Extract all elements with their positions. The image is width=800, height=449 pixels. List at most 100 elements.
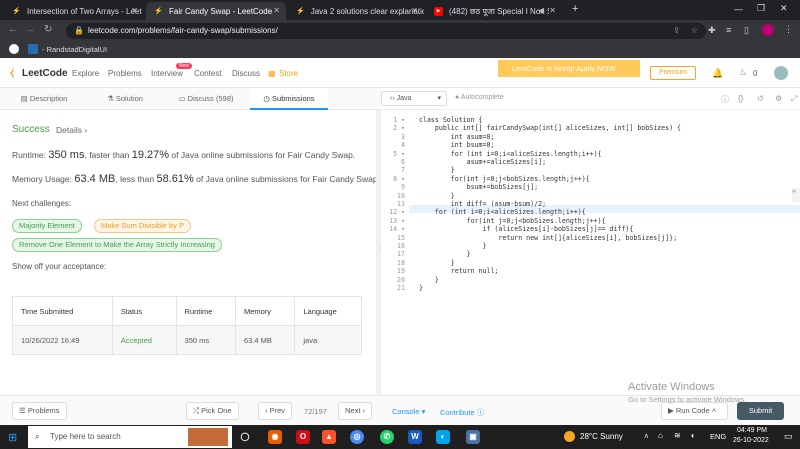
code-line[interactable]: int asum=0; [419, 133, 495, 141]
code-line[interactable]: public int[] fairCandySwap(int[] aliceSi… [419, 124, 681, 132]
leetcode-logo-icon[interactable]: ⧼ [10, 67, 14, 80]
challenge-majority-element[interactable]: Majority Element [12, 219, 82, 233]
fullscreen-icon[interactable]: ⤢ [791, 94, 797, 104]
task-view-icon[interactable]: ◯ [238, 430, 252, 444]
browser-tab[interactable]: ▶ (482) छठ पूजा Special I Non S ◀ ✕ [426, 2, 562, 20]
prev-button[interactable]: ‹ Prev [258, 402, 293, 420]
nav-problems[interactable]: Problems [108, 69, 142, 78]
share-icon[interactable]: ⇪ [673, 23, 680, 39]
minimize-icon[interactable]: — [734, 4, 743, 14]
run-code-button[interactable]: ▶ Run Code ˄ [661, 402, 728, 420]
profile-avatar[interactable] [762, 24, 774, 36]
info-icon[interactable]: ⓘ [721, 94, 729, 105]
firefox-icon[interactable]: ◉ [268, 430, 282, 444]
code-line[interactable]: class Solution { [419, 116, 483, 124]
windows-start-icon[interactable]: ⊞ [8, 431, 17, 444]
bell-icon[interactable]: 🔔 [712, 68, 723, 79]
nav-interview[interactable]: Interview [151, 69, 183, 78]
console-toggle[interactable]: Console ▾ [392, 407, 425, 416]
tab-description[interactable]: ▤ Description [0, 88, 88, 110]
code-line[interactable]: } [419, 284, 423, 292]
speaker-icon[interactable]: ◀ [538, 6, 544, 15]
code-line[interactable]: return new int[]{aliceSizes[i], bobSizes… [419, 234, 677, 242]
app-icon[interactable]: ▣ [466, 430, 480, 444]
leetcode-logo[interactable]: LeetCode [22, 68, 68, 79]
clock-date[interactable]: 26-10-2022 [733, 437, 769, 444]
nav-discuss[interactable]: Discuss [232, 69, 260, 78]
brave-icon[interactable]: ▲ [322, 430, 336, 444]
next-button[interactable]: Next › [338, 402, 373, 420]
code-line[interactable]: int diff= (asum-bsum)/2; [419, 200, 546, 208]
chevron-up-icon[interactable]: ˄ [644, 432, 649, 441]
code-line[interactable]: int bsum=0; [419, 141, 495, 149]
wifi-icon[interactable]: ≋ [674, 431, 681, 440]
browser-tab-active[interactable]: ⚡ Fair Candy Swap - LeetCode ✕ [146, 2, 286, 20]
tab-discuss[interactable]: ▭ Discuss (598) [162, 88, 250, 110]
pick-one-button[interactable]: ⤮ Pick One [186, 402, 239, 420]
window-close-icon[interactable]: ✕ [780, 3, 788, 14]
code-line[interactable]: } [419, 166, 455, 174]
language-indicator[interactable]: ENG [710, 432, 726, 441]
code-line[interactable]: if (aliceSizes[i]-bobSizes[j]== diff){ [419, 225, 634, 233]
code-line[interactable]: bsum+=bobSizes[j]; [419, 183, 538, 191]
browser-tab[interactable]: ⚡ Intersection of Two Arrays - Leet ✕ [4, 2, 144, 20]
code-line[interactable]: } [419, 242, 487, 250]
side-feedback-icon[interactable]: ⚑ [792, 188, 800, 202]
more-menu-icon[interactable]: ⋮ [784, 24, 793, 35]
browser-tab[interactable]: ⚡ Java 2 solutions clear explanation ✕ [288, 2, 424, 20]
braces-icon[interactable]: {} [738, 94, 743, 103]
code-line[interactable]: for(int j=0;j<bobSizes.length;j++){ [419, 217, 606, 225]
clock-time[interactable]: 04:49 PM [737, 427, 767, 434]
language-select[interactable]: ‹› Java ▾ [381, 91, 447, 106]
chrome-icon[interactable]: ◎ [350, 430, 364, 444]
autocomplete-toggle[interactable]: ● Autocomplete [455, 94, 504, 101]
user-avatar[interactable] [774, 66, 788, 80]
code-line[interactable]: } [419, 259, 455, 267]
submit-button[interactable]: Submit [737, 402, 784, 420]
forward-icon[interactable]: → [25, 24, 35, 35]
status-accepted-link[interactable]: Accepted [111, 325, 177, 355]
close-icon[interactable]: ✕ [273, 6, 280, 15]
close-icon[interactable]: ✕ [549, 6, 556, 15]
nav-explore[interactable]: Explore [72, 69, 99, 78]
close-icon[interactable]: ✕ [411, 6, 418, 15]
problems-list-button[interactable]: ☰ Problems [12, 402, 67, 420]
hiring-banner[interactable]: LeetCode is hiring! Apply NOW. [498, 60, 640, 77]
tab-submissions[interactable]: ◷ Submissions [250, 88, 328, 110]
reading-list-icon[interactable]: ≡ [726, 25, 731, 35]
tab-solution[interactable]: ⚗ Solution [88, 88, 162, 110]
code-line[interactable]: for (int i=0;i<aliceSizes.length;i++){ [419, 208, 586, 216]
extensions-icon[interactable]: ✚ [708, 25, 716, 36]
challenge-remove-one-element[interactable]: Remove One Element to Make the Array Str… [12, 238, 222, 252]
code-line[interactable]: for(int j=0;j<bobSizes.length;j++){ [419, 175, 590, 183]
code-line[interactable]: return null; [419, 267, 499, 275]
network-icon[interactable]: ⌂ [658, 431, 663, 440]
app-icon[interactable]: ◐ [436, 430, 450, 444]
code-line[interactable]: for (int i=0;i<aliceSizes.length;i++){ [419, 150, 602, 158]
code-editor[interactable]: 1 ▾ class Solution {2 ▾ public int[] fair… [381, 112, 800, 395]
code-line[interactable]: } [419, 276, 439, 284]
back-icon[interactable]: ← [8, 24, 18, 35]
nav-store[interactable]: Store [279, 69, 298, 78]
challenge-make-sum-divisible[interactable]: Make Sum Divisible by P [94, 219, 191, 233]
volume-icon[interactable]: ◖ [690, 431, 695, 440]
settings-icon[interactable]: ⚙ [775, 94, 782, 103]
reset-icon[interactable]: ↺ [757, 94, 764, 103]
new-tab-button[interactable]: + [572, 3, 578, 15]
whatsapp-icon[interactable]: ✆ [380, 430, 394, 444]
code-line[interactable]: } [419, 250, 471, 258]
premium-button[interactable]: Premium [650, 66, 696, 80]
word-icon[interactable]: W [408, 430, 422, 444]
restore-icon[interactable]: ❐ [757, 3, 765, 14]
weather-text[interactable]: 28°C Sunny [580, 432, 623, 441]
star-icon[interactable]: ☆ [691, 23, 698, 39]
details-link[interactable]: Details › [56, 125, 87, 135]
close-icon[interactable]: ✕ [131, 6, 138, 15]
url-input[interactable]: 🔒 leetcode.com/problems/fair-candy-swap/… [66, 23, 706, 39]
reload-icon[interactable]: ↻ [44, 24, 52, 35]
nav-contest[interactable]: Contest [194, 69, 222, 78]
opera-icon[interactable]: O [296, 430, 310, 444]
side-panel-icon[interactable]: ▯ [744, 25, 749, 36]
taskbar-search-input[interactable]: ⌕ Type here to search [28, 426, 232, 448]
notification-icon[interactable]: ▭ [784, 431, 793, 442]
